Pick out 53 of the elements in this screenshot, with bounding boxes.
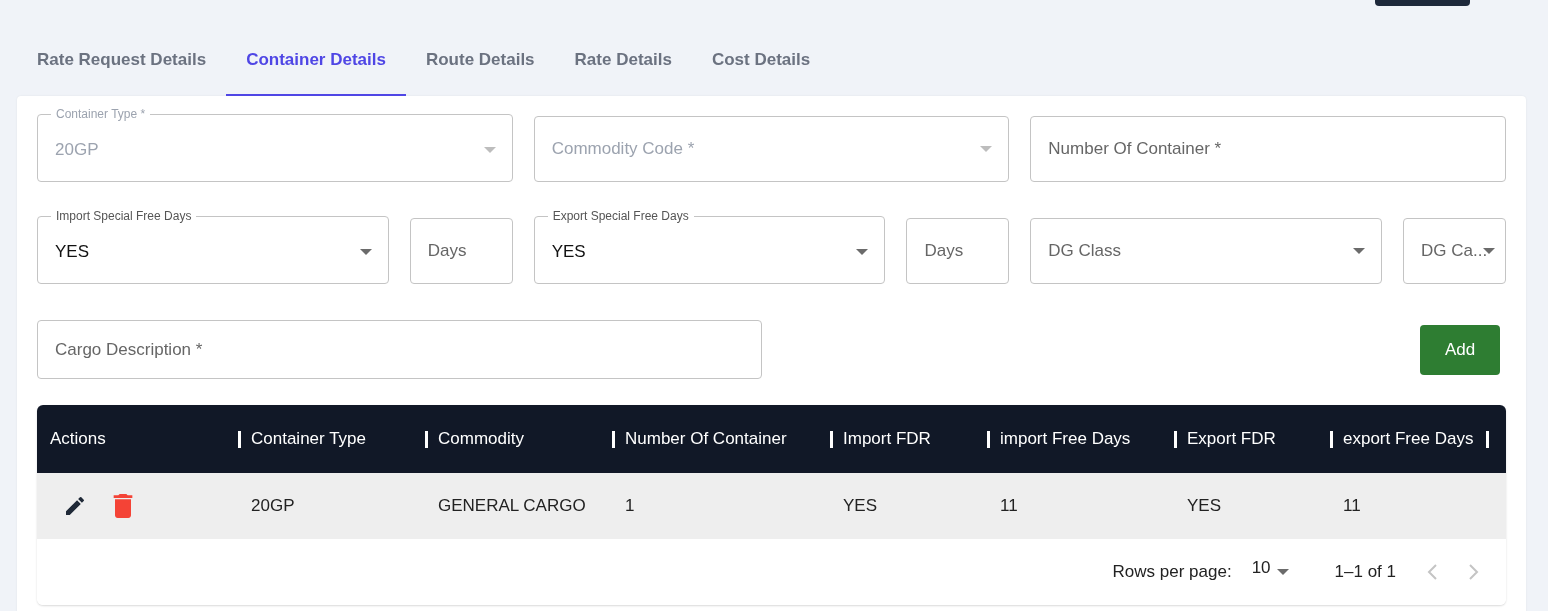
column-header: Actions bbox=[50, 429, 106, 449]
caret-icon bbox=[1276, 569, 1289, 575]
field-label: Export Special Free Days bbox=[551, 209, 690, 223]
add-button[interactable]: Add bbox=[1420, 324, 1500, 375]
field-placeholder: DG Class bbox=[1048, 241, 1123, 261]
caret-icon bbox=[1353, 248, 1366, 254]
column-header: Number Of Container bbox=[625, 429, 787, 449]
tab[interactable]: Rate Request Details bbox=[17, 42, 227, 96]
input-field[interactable]: Days bbox=[409, 218, 513, 284]
caret-icon bbox=[980, 146, 993, 152]
column-header: Commodity bbox=[438, 429, 524, 449]
table-cell-text: YES bbox=[1186, 496, 1223, 516]
rows-per-page-label: Rows per page: bbox=[1112, 562, 1232, 582]
input-field[interactable]: Cargo Description * bbox=[37, 320, 762, 379]
table-cell-text: 11 bbox=[999, 496, 1019, 516]
tab[interactable]: Route Details bbox=[405, 42, 555, 96]
select-field[interactable]: Export Special Free Days YES bbox=[533, 209, 886, 284]
column-header: Container Type bbox=[251, 429, 366, 449]
tab[interactable]: Rate Details bbox=[554, 42, 692, 96]
field-label: Container Type * bbox=[55, 107, 147, 121]
caret-icon bbox=[483, 147, 496, 153]
header-button[interactable] bbox=[1375, 0, 1470, 6]
edit-icon[interactable] bbox=[63, 494, 87, 518]
delete-icon[interactable] bbox=[113, 494, 133, 518]
field-placeholder: Days bbox=[924, 241, 965, 261]
column-header: Export FDR bbox=[1187, 429, 1276, 449]
table-cell-text: 20GP bbox=[250, 496, 296, 516]
input-field[interactable]: Number Of Container * bbox=[1030, 116, 1506, 182]
caret-icon bbox=[359, 249, 372, 255]
field-placeholder: Cargo Description * bbox=[55, 339, 204, 360]
field-value: YES bbox=[55, 242, 91, 262]
table-cell-text: GENERAL CARGO bbox=[437, 496, 587, 516]
field-value: 20GP bbox=[55, 140, 100, 160]
tab[interactable]: Cost Details bbox=[691, 42, 831, 96]
field-placeholder: Days bbox=[427, 241, 468, 261]
column-header: import Free Days bbox=[1000, 429, 1131, 449]
field-placeholder: Number Of Container * bbox=[1048, 139, 1223, 159]
input-field[interactable]: Days bbox=[906, 218, 1010, 284]
table-cell-text: 11 bbox=[1342, 496, 1362, 516]
table-cell-text: YES bbox=[842, 496, 879, 516]
field-placeholder: DG Ca... bbox=[1421, 241, 1489, 261]
field-placeholder: Commodity Code * bbox=[551, 139, 696, 159]
column-header: Import FDR bbox=[843, 429, 931, 449]
select-field[interactable]: DG Class bbox=[1030, 218, 1383, 284]
field-value: YES bbox=[551, 242, 587, 262]
select-field[interactable]: Import Special Free Days YES bbox=[37, 209, 389, 284]
field-label: Import Special Free Days bbox=[55, 209, 193, 223]
rows-per-page-select[interactable]: 10 bbox=[1251, 562, 1289, 582]
caret-icon bbox=[856, 249, 869, 255]
select-field[interactable]: DG Ca... bbox=[1403, 218, 1506, 284]
page-range: 1–1 of 1 bbox=[1334, 562, 1396, 582]
column-header: export Free Days bbox=[1343, 429, 1474, 449]
table-cell-text: 1 bbox=[624, 496, 636, 516]
